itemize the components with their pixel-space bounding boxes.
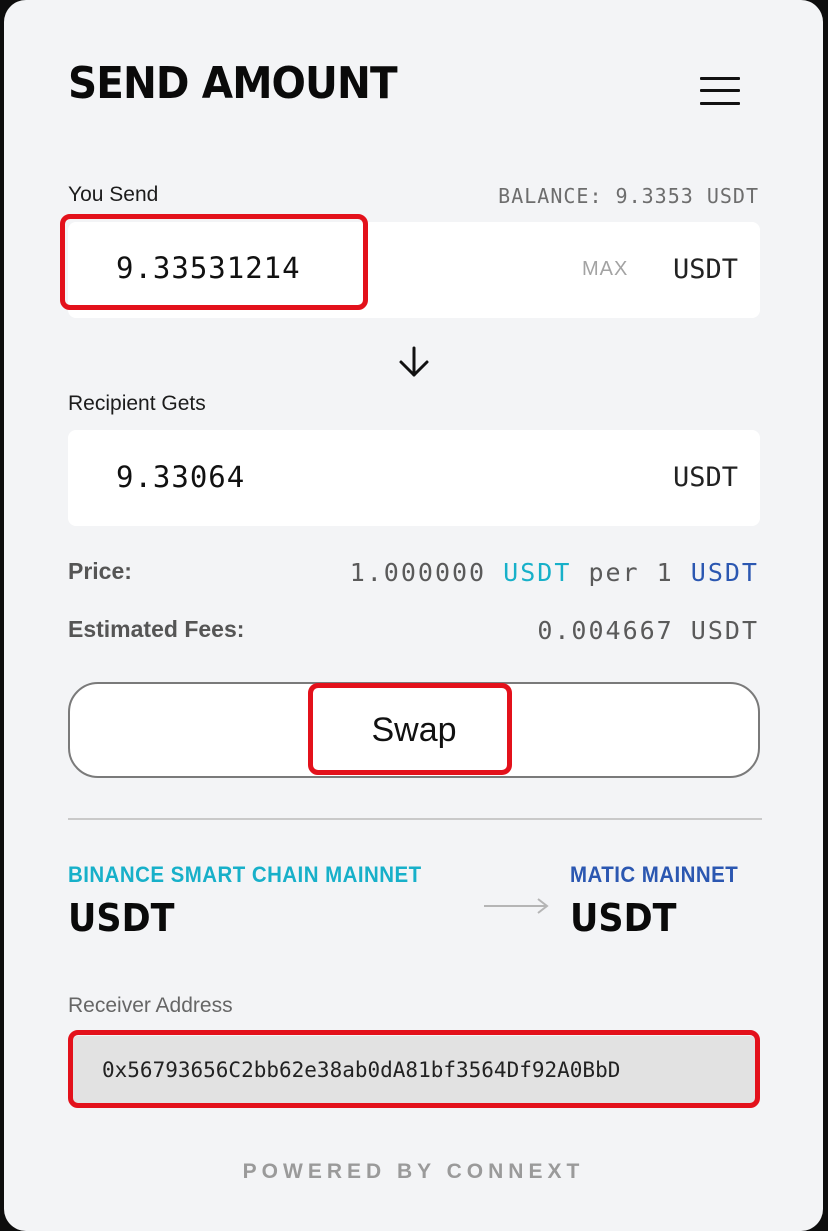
divider	[68, 818, 762, 820]
from-network: BINANCE SMART CHAIN MAINNET	[68, 862, 422, 887]
max-button[interactable]: MAX	[582, 258, 628, 281]
estimated-fees-label: Estimated Fees:	[68, 616, 245, 642]
recipient-gets-label: Recipient Gets	[68, 392, 206, 415]
price-from-unit: USDT	[503, 558, 572, 587]
to-token: USDT	[570, 896, 677, 940]
recipient-amount-field: 9.33064 USDT	[68, 430, 760, 526]
arrow-right-icon	[484, 898, 549, 914]
send-unit: USDT	[672, 254, 738, 285]
recipient-unit: USDT	[672, 462, 738, 493]
arrow-down-icon	[399, 346, 429, 377]
hamburger-menu-icon[interactable]	[696, 74, 740, 108]
price-value: 1.000000 USDT per 1 USDT	[350, 558, 759, 587]
from-token: USDT	[68, 896, 175, 940]
receiver-address-input[interactable]	[102, 1050, 732, 1090]
price-rate: 1.000000	[349, 558, 487, 587]
receiver-address-label: Receiver Address	[68, 994, 233, 1017]
price-label: Price:	[68, 558, 132, 584]
price-to-unit: USDT	[690, 558, 759, 587]
send-amount-card: SEND AMOUNT You Send BALANCE: 9.3353 USD…	[4, 0, 823, 1231]
send-amount-input[interactable]	[116, 246, 416, 290]
to-network: MATIC MAINNET	[570, 862, 739, 887]
powered-by-text: POWERED BY CONNEXT	[242, 1160, 585, 1183]
recipient-amount-value: 9.33064	[116, 460, 246, 494]
receiver-address-field	[72, 1036, 756, 1104]
send-amount-field: MAX USDT	[68, 222, 760, 318]
price-per: per 1	[588, 558, 674, 587]
estimated-fees-value: 0.004667 USDT	[537, 616, 759, 645]
swap-button[interactable]: Swap	[68, 682, 760, 778]
balance-text: BALANCE: 9.3353 USDT	[498, 184, 759, 208]
page-title: SEND AMOUNT	[68, 58, 398, 109]
you-send-label: You Send	[68, 183, 159, 206]
